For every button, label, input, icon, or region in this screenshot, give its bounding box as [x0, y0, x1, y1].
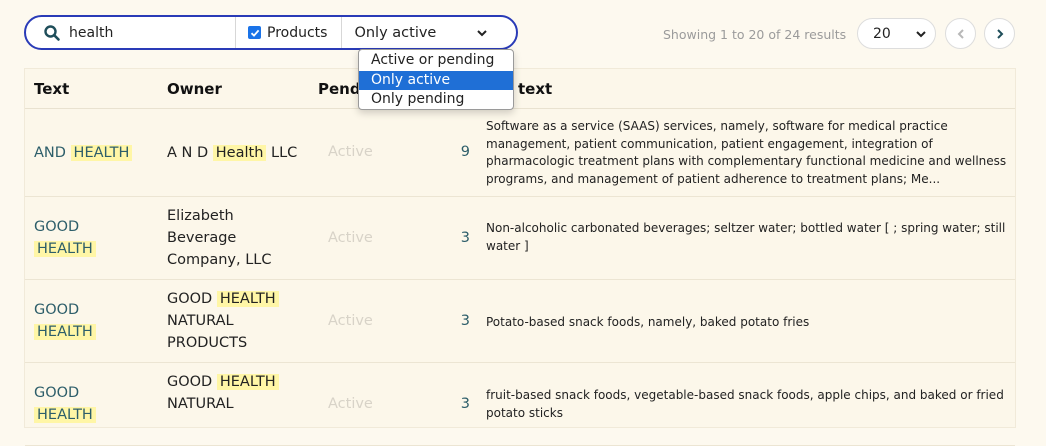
- table-header: Text Owner Pend text: [25, 69, 1015, 109]
- row-count: 3: [460, 313, 470, 329]
- status-select[interactable]: Only active: [342, 17, 494, 48]
- products-label: Products: [267, 24, 328, 41]
- row-context: Software as a service (SAAS) services, n…: [486, 119, 1007, 186]
- header-text[interactable]: Text: [34, 80, 69, 98]
- row-text[interactable]: GOOD HEALTH: [34, 382, 154, 426]
- page-size-select[interactable]: 20: [857, 18, 936, 49]
- row-status: Active: [328, 230, 373, 246]
- text-highlight: HEALTH: [34, 241, 96, 257]
- row-owner: Elizabeth Beverage Company, LLC: [167, 208, 272, 268]
- row-owner: GOOD HEALTH NATURAL: [167, 371, 307, 415]
- row-context: fruit-based snack foods, vegetable-based…: [486, 388, 1004, 420]
- text-highlight: HEALTH: [34, 407, 96, 423]
- results-table: Text Owner Pend text AND HEALTH A N D He…: [24, 68, 1016, 446]
- row-count: 3: [460, 396, 470, 412]
- text-highlight: HEALTH: [34, 324, 96, 340]
- next-page-button[interactable]: [984, 18, 1015, 49]
- owner-suffix: LLC: [271, 145, 298, 161]
- chevron-down-icon: [916, 30, 926, 37]
- chevron-right-icon: [996, 28, 1003, 39]
- page-size-value: 20: [873, 25, 891, 42]
- row-status: Active: [328, 313, 373, 329]
- text-highlight: HEALTH: [70, 145, 133, 161]
- table-row[interactable]: GOOD HEALTH GOOD HEALTH NATURAL PRODUCTS…: [25, 280, 1015, 363]
- owner-suffix: NATURAL: [167, 396, 234, 412]
- owner-highlight: HEALTH: [216, 291, 279, 307]
- status-dropdown: Active or pending Only active Only pendi…: [358, 49, 514, 110]
- text-prefix: GOOD: [34, 385, 80, 401]
- owner-prefix: A N D: [167, 145, 209, 161]
- row-text[interactable]: AND HEALTH: [34, 142, 154, 164]
- status-option-active-or-pending[interactable]: Active or pending: [359, 51, 513, 71]
- row-owner: GOOD HEALTH NATURAL PRODUCTS: [167, 288, 307, 354]
- text-prefix: GOOD: [34, 302, 80, 318]
- row-count: 3: [460, 230, 470, 246]
- search-icon: [44, 24, 60, 41]
- text-prefix: AND: [34, 145, 66, 161]
- owner-prefix: GOOD: [167, 291, 213, 307]
- table-row[interactable]: AND HEALTH A N D Health LLC Active 9 Sof…: [25, 109, 1015, 197]
- status-select-value: Only active: [354, 24, 437, 41]
- owner-prefix: GOOD: [167, 374, 213, 390]
- row-owner: A N D Health LLC: [167, 142, 307, 164]
- checkbox-check-icon[interactable]: [248, 26, 261, 39]
- row-text[interactable]: GOOD HEALTH: [34, 299, 154, 343]
- text-prefix: GOOD: [34, 219, 80, 235]
- chevron-left-icon: [957, 28, 964, 39]
- status-option-only-pending[interactable]: Only pending: [359, 90, 513, 110]
- table-row[interactable]: GOOD HEALTH Elizabeth Beverage Company, …: [25, 197, 1015, 280]
- header-context[interactable]: text: [518, 80, 552, 98]
- owner-highlight: HEALTH: [216, 374, 279, 390]
- row-status: Active: [328, 396, 373, 412]
- row-count: 9: [460, 144, 470, 160]
- search-input[interactable]: [69, 24, 235, 41]
- chevron-down-icon: [477, 29, 488, 36]
- products-checkbox[interactable]: Products: [236, 17, 341, 48]
- row-context: Potato-based snack foods, namely, baked …: [486, 315, 810, 329]
- header-owner[interactable]: Owner: [167, 80, 222, 98]
- results-summary: Showing 1 to 20 of 24 results: [663, 27, 847, 42]
- owner-suffix: NATURAL PRODUCTS: [167, 313, 248, 351]
- search-bar: Products Only active: [24, 15, 518, 50]
- owner-highlight: Health: [212, 145, 267, 161]
- table-row[interactable]: GOOD HEALTH GOOD HEALTH NATURAL Active 3…: [25, 363, 1015, 446]
- row-context: Non-alcoholic carbonated beverages; selt…: [486, 221, 1006, 253]
- status-option-only-active[interactable]: Only active: [359, 70, 513, 90]
- row-text[interactable]: GOOD HEALTH: [34, 216, 154, 260]
- row-status: Active: [328, 144, 373, 160]
- previous-page-button[interactable]: [945, 18, 976, 49]
- header-pending[interactable]: Pend: [318, 80, 361, 98]
